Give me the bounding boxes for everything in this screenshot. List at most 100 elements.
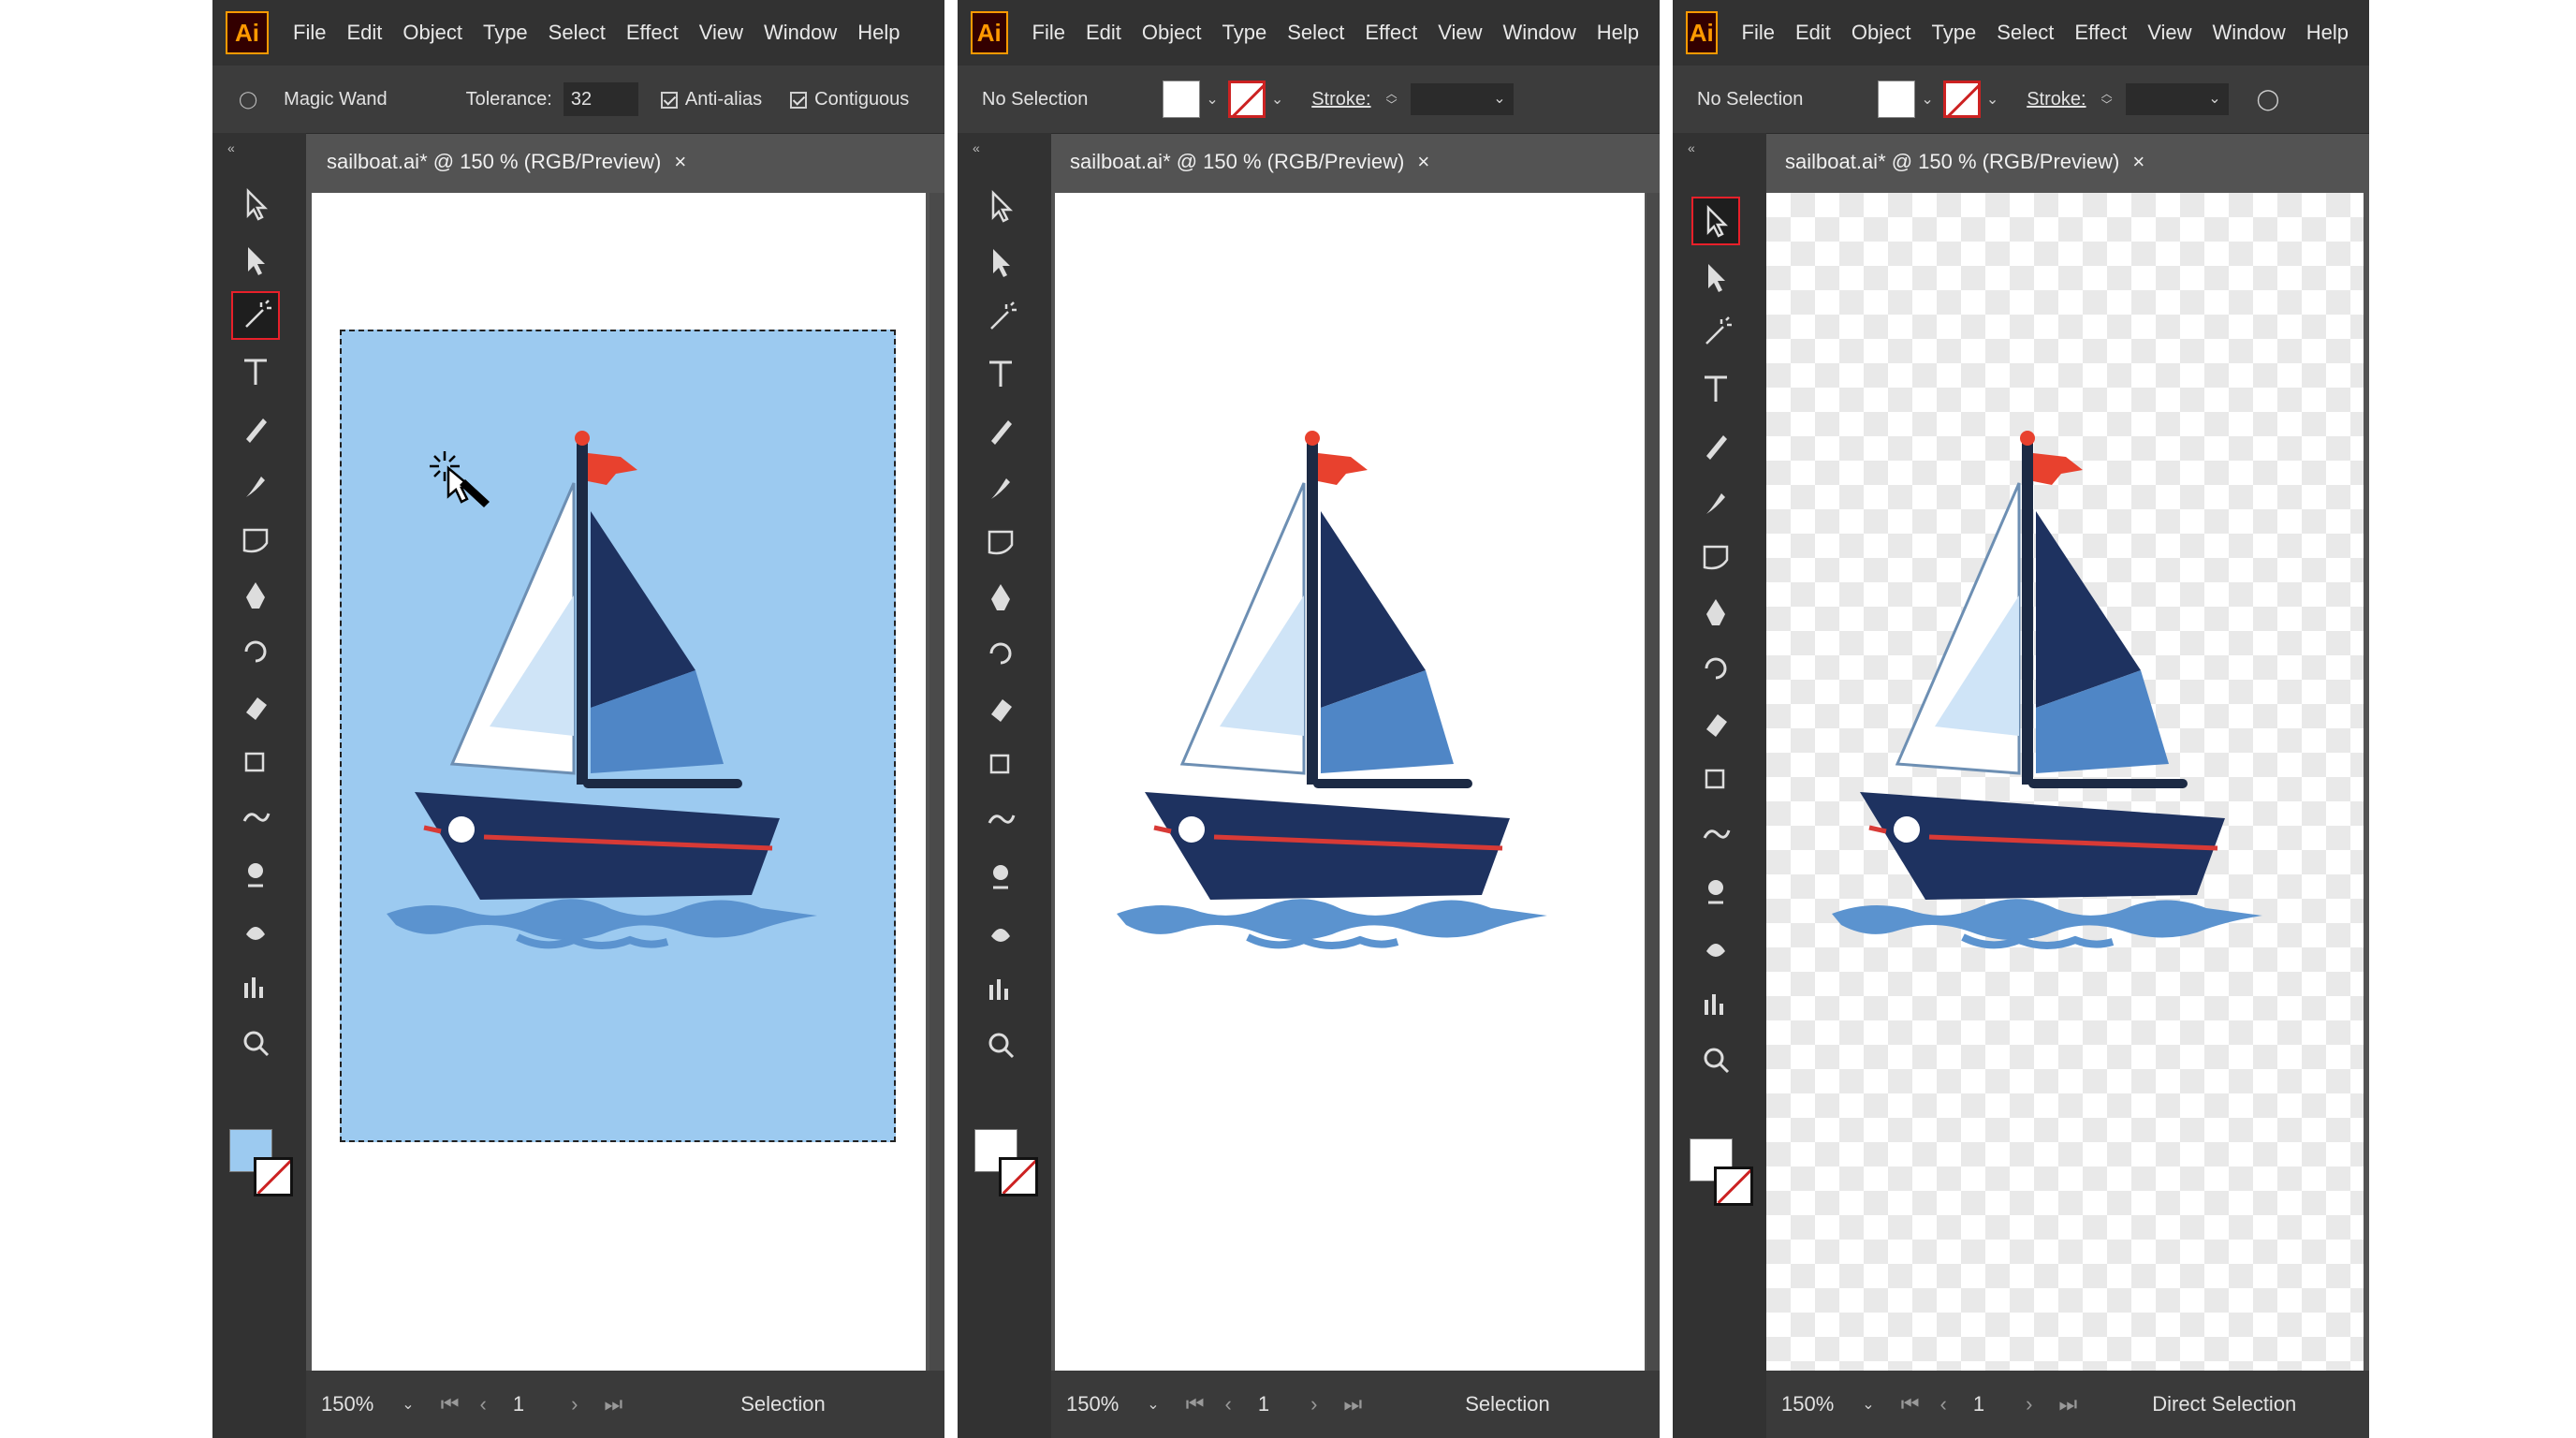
page-number[interactable]: 1 [513, 1392, 524, 1416]
zoom-level[interactable]: 150% [321, 1392, 373, 1416]
brush-icon[interactable] [231, 460, 280, 508]
menu-edit[interactable]: Edit [1795, 21, 1831, 45]
close-icon[interactable]: × [674, 150, 686, 174]
prev-page-icon[interactable]: ‹ [1225, 1392, 1232, 1416]
eraser-icon[interactable] [976, 684, 1025, 733]
zoom-dropdown-icon[interactable]: ⌄ [402, 1395, 414, 1414]
scale-icon[interactable] [231, 739, 280, 787]
next-page-icon[interactable]: › [1310, 1392, 1317, 1416]
close-icon[interactable]: × [1417, 150, 1429, 174]
rotate-icon[interactable] [1691, 644, 1740, 693]
prev-page-icon[interactable]: ‹ [480, 1392, 487, 1416]
page-number[interactable]: 1 [1258, 1392, 1269, 1416]
menu-effect[interactable]: Effect [626, 21, 679, 45]
zoom-level[interactable]: 150% [1781, 1392, 1834, 1416]
last-page-icon[interactable]: ⏭ [1343, 1392, 1362, 1416]
stroke-weight-spinner[interactable]: ︿ ﹀ [2101, 88, 2113, 110]
pencil-icon[interactable] [1691, 420, 1740, 469]
shape-icon[interactable] [976, 517, 1025, 565]
direct-selection-icon[interactable] [1691, 253, 1740, 301]
stroke-dropdown-icon[interactable]: ⌄ [1986, 90, 1998, 109]
shape-icon[interactable] [1691, 532, 1740, 580]
fill-color-swatch[interactable] [1878, 81, 1916, 118]
puppet-icon[interactable] [1691, 867, 1740, 916]
zoom-icon[interactable] [231, 1019, 280, 1067]
next-page-icon[interactable]: › [571, 1392, 578, 1416]
menu-file[interactable]: File [1742, 21, 1775, 45]
magic-wand-icon[interactable] [231, 291, 280, 341]
collapse-arrows-icon[interactable]: « [1688, 140, 1695, 155]
menu-object[interactable]: Object [402, 21, 462, 45]
pen-icon[interactable] [231, 571, 280, 620]
menu-file[interactable]: File [293, 21, 326, 45]
contiguous-checkbox[interactable]: Contiguous [790, 89, 909, 110]
close-icon[interactable]: × [2132, 150, 2144, 174]
menu-view[interactable]: View [1438, 21, 1482, 45]
stroke-swatch[interactable] [254, 1157, 293, 1196]
stroke-weight-input[interactable]: ⌄ [2125, 83, 2229, 115]
type-tool-icon[interactable] [231, 347, 280, 396]
menu-view[interactable]: View [699, 21, 743, 45]
first-page-icon[interactable]: ⏮ [1186, 1392, 1205, 1416]
document-tab[interactable]: sailboat.ai* @ 150 % (RGB/Preview) × [1770, 137, 2160, 187]
menu-edit[interactable]: Edit [346, 21, 382, 45]
graph-icon[interactable] [231, 962, 280, 1011]
menu-window[interactable]: Window [1503, 21, 1576, 45]
menu-help[interactable]: Help [1597, 21, 1639, 45]
stroke-swatch[interactable] [999, 1157, 1038, 1196]
zoom-dropdown-icon[interactable]: ⌄ [1862, 1395, 1874, 1414]
menu-select[interactable]: Select [1287, 21, 1344, 45]
zoom-icon[interactable] [976, 1020, 1025, 1069]
direct-selection-icon[interactable] [231, 236, 280, 285]
pencil-icon[interactable] [231, 404, 280, 452]
artboard[interactable] [1055, 193, 1645, 1371]
menu-type[interactable]: Type [483, 21, 528, 45]
menu-type[interactable]: Type [1931, 21, 1976, 45]
menu-effect[interactable]: Effect [1365, 21, 1417, 45]
first-page-icon[interactable]: ⏮ [441, 1392, 460, 1416]
selection-arrow-icon[interactable] [231, 180, 280, 228]
type-tool-icon[interactable] [1691, 364, 1740, 413]
vertical-scrollbar[interactable] [1647, 193, 1660, 1371]
fill-dropdown-icon[interactable]: ⌄ [1921, 90, 1933, 109]
symbol-icon[interactable] [1691, 923, 1740, 972]
direct-selection-icon[interactable] [976, 238, 1025, 286]
last-page-icon[interactable]: ⏭ [2058, 1392, 2077, 1416]
eraser-icon[interactable] [231, 682, 280, 731]
selection-arrow-icon[interactable] [1691, 197, 1740, 245]
type-tool-icon[interactable] [976, 349, 1025, 398]
stroke-label[interactable]: Stroke: [1311, 89, 1370, 110]
tolerance-input[interactable]: 32 [563, 82, 638, 116]
next-page-icon[interactable]: › [2026, 1392, 2032, 1416]
antialias-checkbox[interactable]: Anti-alias [660, 89, 762, 110]
prev-page-icon[interactable]: ‹ [1940, 1392, 1947, 1416]
shape-icon[interactable] [231, 515, 280, 564]
graph-icon[interactable] [1691, 979, 1740, 1028]
rotate-icon[interactable] [231, 627, 280, 676]
artboard[interactable] [312, 193, 926, 1371]
stroke-color-swatch[interactable] [1942, 81, 1981, 118]
last-page-icon[interactable]: ⏭ [604, 1392, 622, 1416]
symbol-icon[interactable] [231, 906, 280, 955]
brush-icon[interactable] [1691, 477, 1740, 525]
stroke-weight-spinner[interactable]: ︿ ﹀ [1386, 88, 1398, 110]
graph-icon[interactable] [976, 964, 1025, 1013]
document-tab[interactable]: sailboat.ai* @ 150 % (RGB/Preview) × [1055, 137, 1445, 187]
puppet-icon[interactable] [976, 852, 1025, 901]
menu-file[interactable]: File [1032, 21, 1065, 45]
stroke-weight-input[interactable]: ⌄ [1410, 83, 1514, 115]
symbol-icon[interactable] [976, 908, 1025, 957]
collapse-arrows-icon[interactable]: « [227, 140, 235, 155]
menu-help[interactable]: Help [2306, 21, 2349, 45]
stroke-label[interactable]: Stroke: [2027, 89, 2086, 110]
warp-icon[interactable] [231, 795, 280, 844]
menu-select[interactable]: Select [549, 21, 606, 45]
menu-select[interactable]: Select [1997, 21, 2054, 45]
rotate-icon[interactable] [976, 629, 1025, 678]
recolor-icon[interactable]: ◯ [2257, 87, 2280, 111]
menu-window[interactable]: Window [764, 21, 837, 45]
brush-icon[interactable] [976, 462, 1025, 510]
fill-stroke-swatches[interactable] [229, 1129, 293, 1196]
menu-type[interactable]: Type [1222, 21, 1266, 45]
menu-help[interactable]: Help [857, 21, 900, 45]
